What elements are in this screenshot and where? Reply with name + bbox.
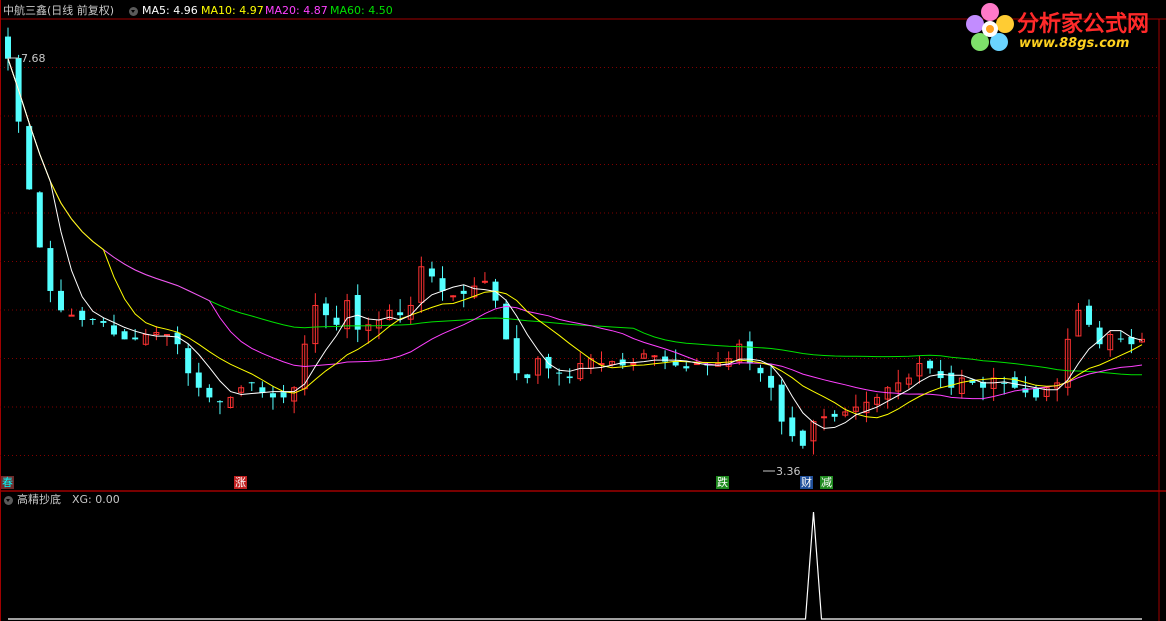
candle-body-up <box>450 295 457 298</box>
candle-body-down <box>26 126 33 190</box>
candle-body-down <box>556 372 563 374</box>
candle-body-down <box>524 374 531 379</box>
candle-body-down <box>216 401 223 403</box>
site-logo: 分析家公式网 www.88gs.com <box>965 2 1161 56</box>
logo-title: 分析家公式网 <box>1017 12 1150 37</box>
candle-body-up <box>651 355 658 358</box>
ma10-line <box>7 58 1143 419</box>
indicator-value: XG: 0.00 <box>72 493 120 506</box>
candle-body-down <box>110 325 117 335</box>
candle-body-down <box>503 303 510 340</box>
flower-logo-icon <box>966 3 1014 51</box>
candle-body-down <box>206 387 213 398</box>
candle-body-down <box>132 337 139 340</box>
ma20-label: MA20: 4.87 <box>265 4 328 17</box>
panel-menu-icon[interactable] <box>129 7 138 16</box>
candle-body-down <box>545 356 552 369</box>
candle-body-down <box>757 367 764 374</box>
stock-title: 中航三鑫(日线 前复权) <box>3 4 115 17</box>
candle-body-down <box>333 317 340 325</box>
candle-body-up <box>481 280 488 283</box>
candle-body-down <box>513 338 520 374</box>
ma10-label: MA10: 4.97 <box>201 4 264 17</box>
candle-body-down <box>662 356 669 362</box>
candle-body-down <box>428 268 435 277</box>
candle-body-down <box>89 318 96 320</box>
candle-body-up <box>630 363 637 366</box>
candle-body-down <box>354 295 361 330</box>
ma60-label: MA60: 4.50 <box>330 4 393 17</box>
candle-body-down <box>683 366 690 369</box>
high-price-label: 7.68 <box>21 52 46 65</box>
candle-body-down <box>5 36 11 59</box>
candle-body-down <box>1033 388 1040 398</box>
candle-body-down <box>768 375 775 388</box>
indicator-line <box>8 511 1142 620</box>
indicator-title: 高精抄底 <box>17 493 61 506</box>
candle-body-down <box>460 290 467 294</box>
candle-body-down <box>185 348 192 374</box>
candle-body-down <box>831 413 838 417</box>
candle-body-down <box>1001 382 1008 384</box>
candle-body-up <box>821 416 828 419</box>
candle-body-down <box>259 387 266 393</box>
candle-body-up <box>68 314 75 317</box>
logo-url: www.88gs.com <box>1019 36 1130 51</box>
event-marker-reduce[interactable]: 减 <box>820 476 833 489</box>
event-marker-fall[interactable]: 跌 <box>716 476 729 489</box>
candle-body-down <box>397 312 404 316</box>
candle-body-down <box>439 278 446 291</box>
candle-body-down <box>36 192 43 248</box>
candle-body-down <box>100 321 107 323</box>
candle-body-down <box>121 331 128 340</box>
candle-body-down <box>746 341 753 364</box>
candle-body-down <box>195 372 202 388</box>
candle-body-down <box>799 430 806 446</box>
event-marker-spring[interactable]: 春 <box>1 476 14 489</box>
ma5-line <box>7 58 1143 429</box>
candle-body-down <box>280 392 287 398</box>
candle-body-down <box>789 417 796 437</box>
candle-body-down <box>57 290 64 311</box>
ma5-label: MA5: 4.96 <box>142 4 198 17</box>
candle-body-down <box>79 310 86 320</box>
indicator-menu-icon[interactable] <box>4 496 13 505</box>
candle-body-down <box>566 376 573 379</box>
candle-body-down <box>778 384 785 422</box>
candle-body-down <box>248 382 255 384</box>
candle-body-down <box>927 360 934 369</box>
ma60-line <box>7 58 1142 376</box>
candle-body-down <box>47 248 54 291</box>
candle-body-down <box>322 303 329 316</box>
event-marker-finance[interactable]: 财 <box>800 476 813 489</box>
event-marker-rise[interactable]: 涨 <box>234 476 247 489</box>
candle-body-down <box>1117 338 1124 340</box>
candle-body-down <box>269 393 276 398</box>
stock-chart <box>0 0 1166 621</box>
low-price-label: 3.36 <box>776 465 801 478</box>
candle-body-down <box>1011 377 1018 388</box>
candle-body-down <box>1086 305 1093 325</box>
candle-body-down <box>672 361 679 366</box>
